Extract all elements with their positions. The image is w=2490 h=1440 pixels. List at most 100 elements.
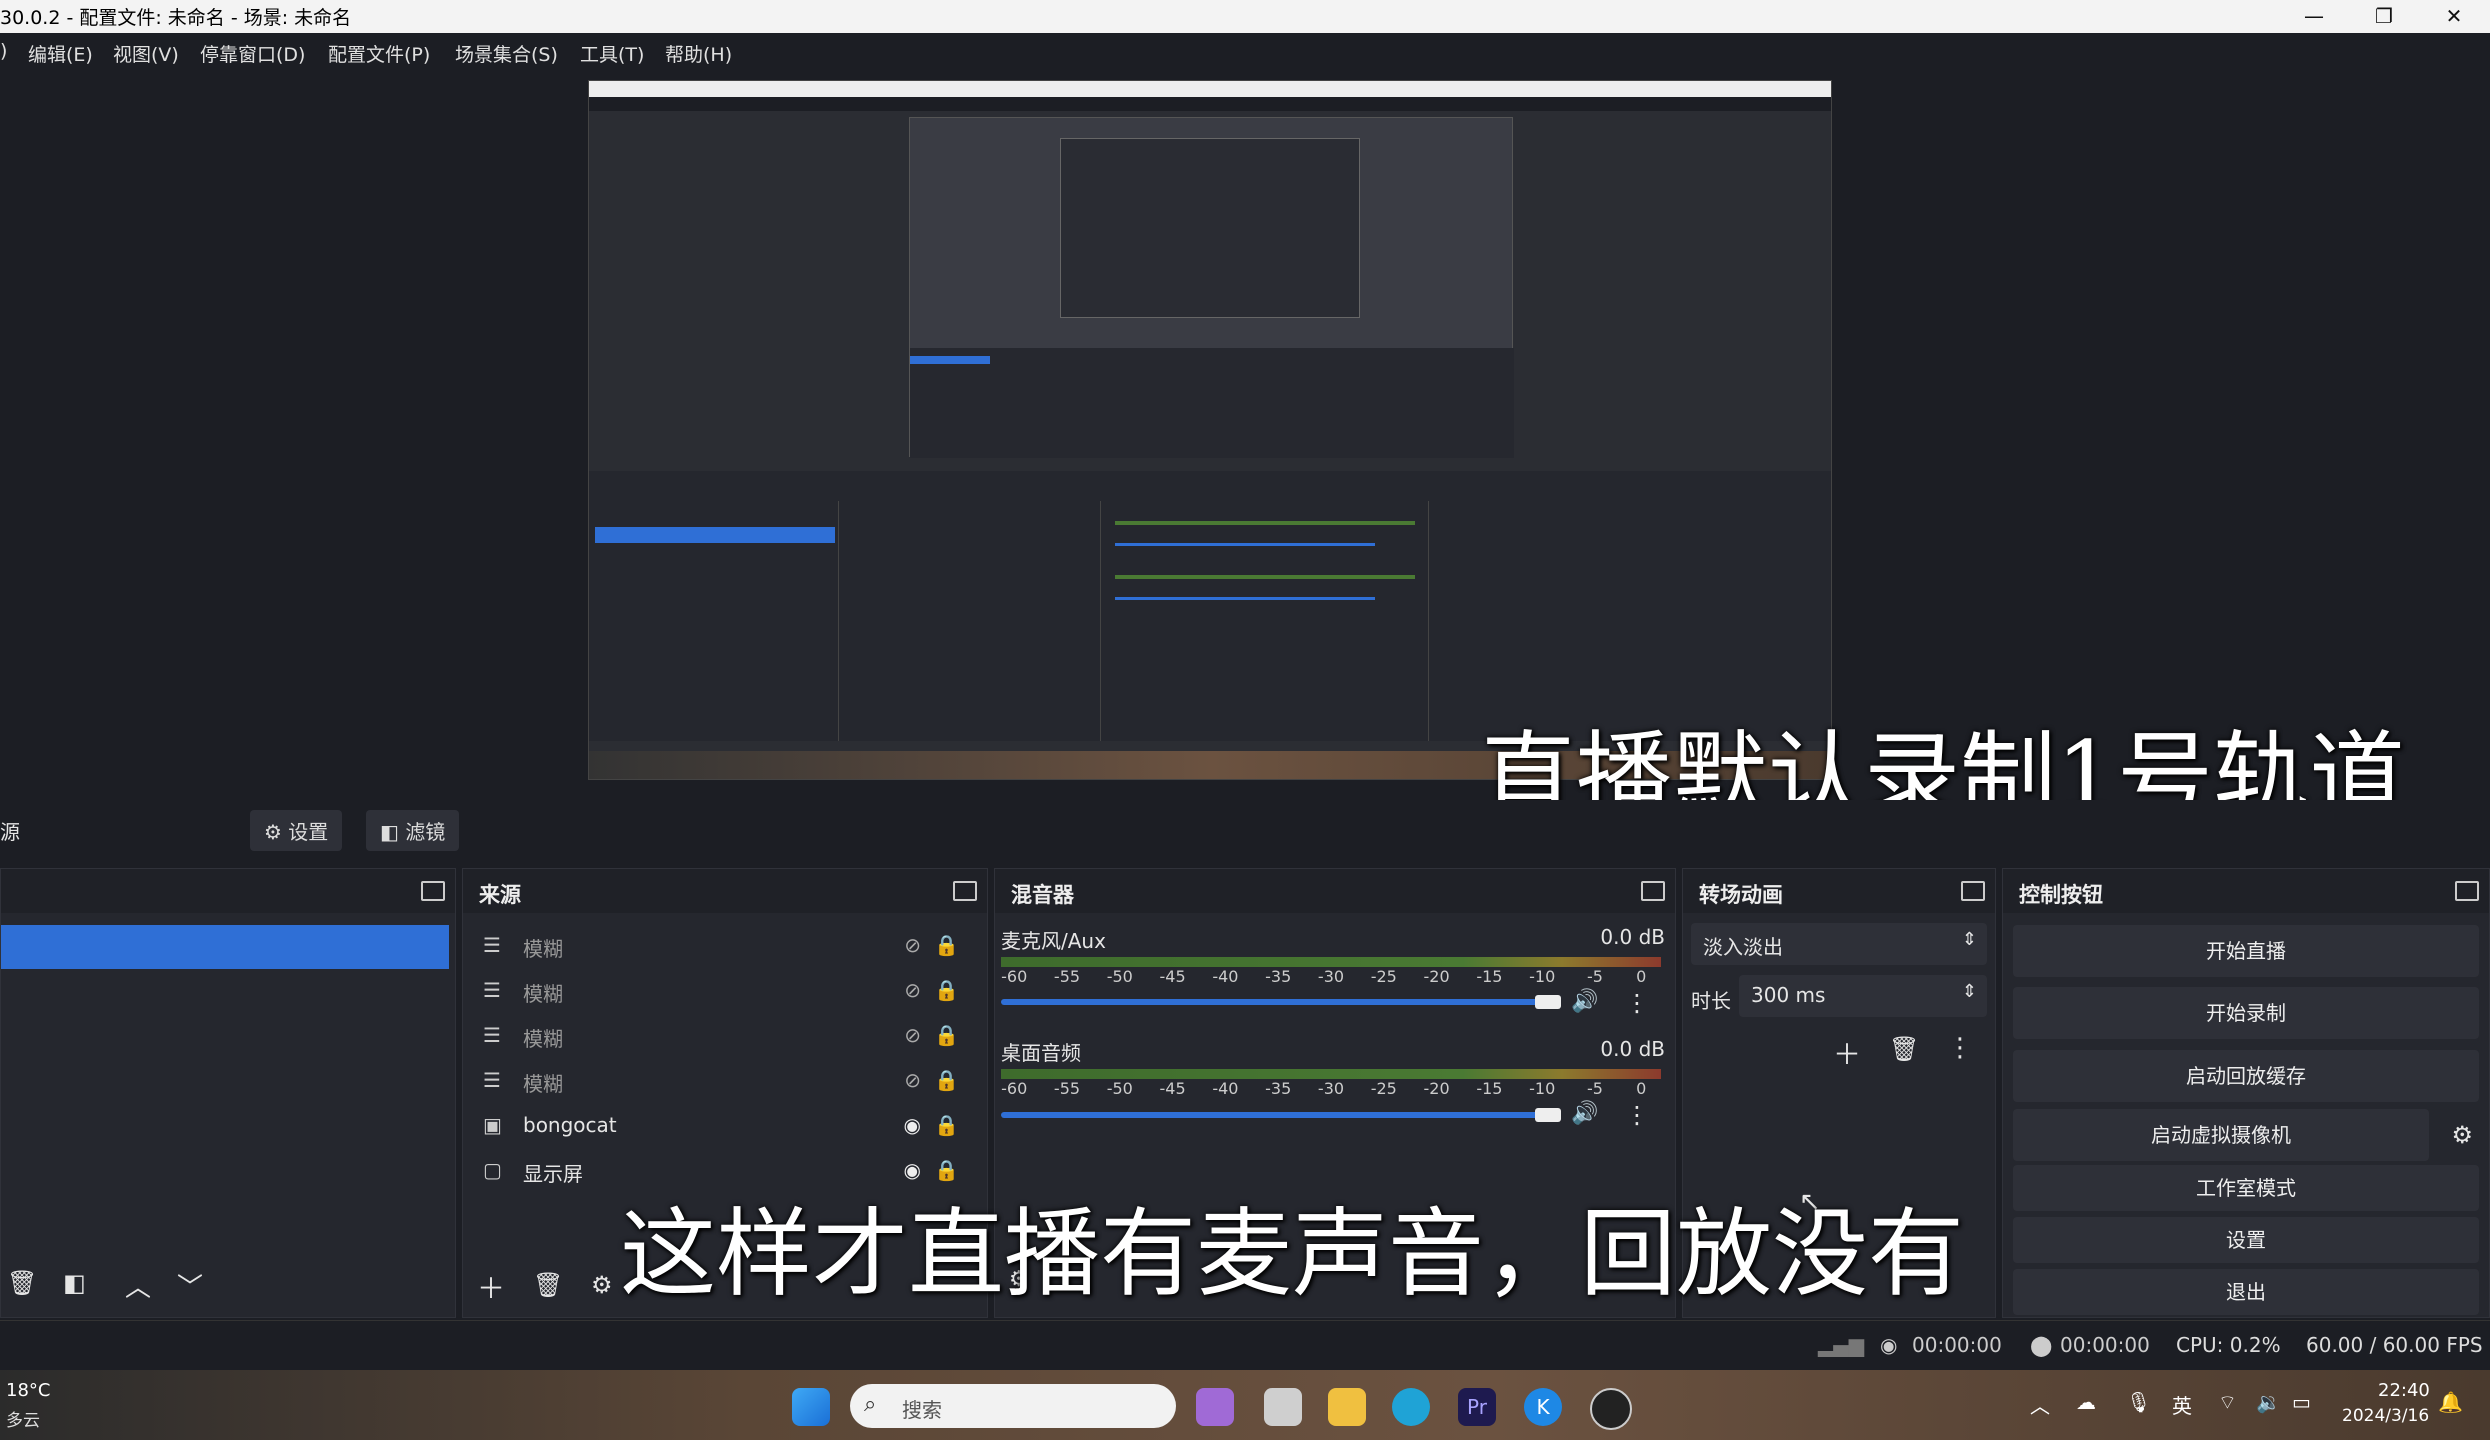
source-item[interactable]: ☰ 模糊 ⊘ 🔒: [463, 923, 987, 968]
preview-nested-titlebar: [589, 81, 1831, 97]
battery-icon[interactable]: ▭: [2292, 1390, 2311, 1414]
transition-select[interactable]: 淡入淡出 ⇕: [1691, 923, 1987, 965]
volume-slider-handle[interactable]: [1535, 1108, 1561, 1122]
scene-filter-button[interactable]: ◧: [63, 1269, 86, 1297]
source-toolbar: 源 ⚙ 设置 ◧ 滤镜: [0, 800, 2490, 858]
start-streaming-button[interactable]: 开始直播: [2013, 925, 2479, 977]
eye-hidden-icon[interactable]: ⊘: [904, 1068, 921, 1092]
close-button[interactable]: ✕: [2420, 0, 2488, 33]
undock-icon[interactable]: [1641, 881, 1665, 901]
cpu-usage: CPU: 0.2%: [2176, 1333, 2281, 1357]
menu-docks[interactable]: 停靠窗口(D): [200, 40, 305, 67]
source-item[interactable]: ☰ 模糊 ⊘ 🔒: [463, 968, 987, 1013]
gear-icon[interactable]: ⚙: [2451, 1121, 2473, 1149]
start-virtual-camera-button[interactable]: 启动虚拟摄像机: [2013, 1109, 2429, 1161]
window-titlebar: 30.0.2 - 配置文件: 未命名 - 场景: 未命名 — ❐ ✕: [0, 0, 2490, 33]
start-recording-button[interactable]: 开始录制: [2013, 987, 2479, 1039]
more-options-icon[interactable]: ⋮: [1947, 1033, 1973, 1063]
maximize-button[interactable]: ❐: [2350, 0, 2418, 33]
remove-source-button[interactable]: 🗑: [533, 1271, 563, 1299]
cloud-icon[interactable]: ☁: [2076, 1390, 2096, 1414]
undock-icon[interactable]: [2455, 881, 2479, 901]
premiere-pro-icon[interactable]: Pr: [1458, 1388, 1496, 1426]
lock-icon[interactable]: 🔒: [934, 1068, 959, 1092]
menu-scene-collection[interactable]: 场景集合(S): [455, 40, 558, 67]
more-options-icon[interactable]: ⋮: [1625, 1101, 1649, 1129]
undock-icon[interactable]: [953, 881, 977, 901]
lock-icon[interactable]: 🔒: [934, 978, 959, 1002]
volume-icon[interactable]: 🔉: [2256, 1390, 2281, 1414]
subtitle-line2: 这样才直播有麦声音，回放没有: [620, 1198, 1964, 1310]
filter-icon: ◧: [380, 820, 399, 844]
list-icon: ☰: [483, 1068, 501, 1092]
volume-slider-handle[interactable]: [1535, 995, 1561, 1009]
app-icon-task-view[interactable]: [1264, 1388, 1302, 1426]
start-replay-buffer-button[interactable]: 启动回放缓存: [2013, 1050, 2479, 1102]
exit-button[interactable]: 退出: [2013, 1269, 2479, 1315]
record-time: 00:00:00: [2060, 1333, 2150, 1357]
taskbar-search[interactable]: ⌕ 搜索: [850, 1384, 1176, 1428]
eye-icon[interactable]: ◉: [904, 1158, 921, 1182]
add-transition-button[interactable]: ＋: [1833, 1033, 1861, 1073]
menu-tools[interactable]: 工具(T): [580, 40, 644, 67]
add-source-button[interactable]: ＋: [477, 1267, 505, 1307]
list-icon: ☰: [483, 1023, 501, 1047]
mixer-track-name: 桌面音频: [1001, 1041, 1081, 1065]
source-settings-button[interactable]: ⚙ 设置: [250, 810, 343, 851]
volume-slider[interactable]: [1001, 999, 1551, 1005]
obs-icon[interactable]: [1590, 1388, 1632, 1430]
clock-date[interactable]: 2024/3/16: [2342, 1406, 2429, 1426]
eye-hidden-icon[interactable]: ⊘: [904, 933, 921, 957]
edge-browser-icon[interactable]: [1392, 1388, 1430, 1426]
menu-edit[interactable]: 编辑(E): [28, 40, 93, 67]
eye-hidden-icon[interactable]: ⊘: [904, 1023, 921, 1047]
source-item[interactable]: ☰ 模糊 ⊘ 🔒: [463, 1058, 987, 1103]
app-icon-k[interactable]: K: [1524, 1388, 1562, 1426]
wifi-icon[interactable]: ⌔: [2218, 1390, 2237, 1415]
remove-scene-button[interactable]: 🗑: [7, 1269, 37, 1297]
volume-slider[interactable]: [1001, 1112, 1551, 1118]
speaker-icon[interactable]: 🔊: [1571, 1101, 1598, 1126]
duration-spinbox[interactable]: 300 ms ⇕: [1739, 975, 1987, 1017]
lock-icon[interactable]: 🔒: [934, 1023, 959, 1047]
source-properties-gear-icon[interactable]: ⚙: [591, 1271, 613, 1299]
stream-time: 00:00:00: [1912, 1333, 2002, 1357]
move-up-button[interactable]: ︿: [125, 1267, 151, 1304]
weather-temp[interactable]: 18°C: [6, 1380, 50, 1401]
menu-help[interactable]: 帮助(H): [665, 40, 732, 67]
microphone-icon[interactable]: 🎙: [2126, 1390, 2151, 1414]
remove-transition-button[interactable]: 🗑: [1889, 1035, 1919, 1063]
speaker-icon[interactable]: 🔊: [1571, 989, 1598, 1014]
lock-icon[interactable]: 🔒: [934, 933, 959, 957]
start-button[interactable]: [792, 1388, 830, 1426]
undock-icon[interactable]: [421, 881, 445, 901]
source-item[interactable]: ▢ 显示屏 ◉ 🔒: [463, 1148, 987, 1193]
eye-hidden-icon[interactable]: ⊘: [904, 978, 921, 1002]
spin-arrows-icon: ⇕: [1961, 981, 1977, 1002]
studio-mode-button[interactable]: 工作室模式: [2013, 1165, 2479, 1211]
eye-icon[interactable]: ◉: [904, 1113, 921, 1137]
ime-indicator[interactable]: 英: [2172, 1390, 2192, 1419]
source-item[interactable]: ▣ bongocat ◉ 🔒: [463, 1103, 987, 1148]
tray-chevron-up-icon[interactable]: ︿: [2030, 1390, 2050, 1419]
lock-icon[interactable]: 🔒: [934, 1158, 959, 1182]
file-explorer-icon[interactable]: [1328, 1388, 1366, 1426]
minimize-button[interactable]: —: [2280, 0, 2348, 33]
clock-time[interactable]: 22:40: [2378, 1380, 2430, 1401]
preview-canvas[interactable]: [588, 80, 1832, 780]
source-item[interactable]: ☰ 模糊 ⊘ 🔒: [463, 1013, 987, 1058]
scene-item-selected[interactable]: [1, 925, 449, 969]
menu-view[interactable]: 视图(V): [113, 40, 179, 67]
settings-button[interactable]: 设置: [2013, 1217, 2479, 1263]
undock-icon[interactable]: [1961, 881, 1985, 901]
menu-profile[interactable]: 配置文件(P): [328, 40, 430, 67]
notification-bell-icon[interactable]: 🔔: [2438, 1390, 2463, 1414]
menu-bar: ) 编辑(E) 视图(V) 停靠窗口(D) 配置文件(P) 场景集合(S) 工具…: [0, 33, 2490, 71]
move-down-button[interactable]: ﹀: [177, 1267, 203, 1304]
mixer-track-name: 麦克风/Aux: [1001, 929, 1106, 953]
fps-indicator: 60.00 / 60.00 FPS: [2306, 1333, 2483, 1357]
more-options-icon[interactable]: ⋮: [1625, 989, 1649, 1017]
app-icon-premiere-beta[interactable]: [1196, 1388, 1234, 1426]
source-filters-button[interactable]: ◧ 滤镜: [366, 810, 460, 851]
lock-icon[interactable]: 🔒: [934, 1113, 959, 1137]
